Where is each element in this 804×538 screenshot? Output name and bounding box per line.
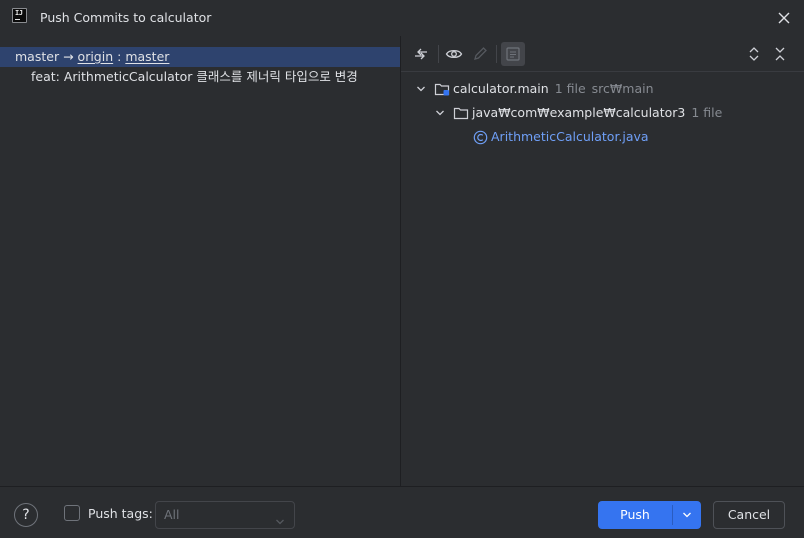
close-icon [778, 12, 790, 24]
remote-branch-link[interactable]: master [125, 49, 169, 64]
diff-preview-icon [506, 47, 520, 61]
collapse-arrows-button[interactable] [409, 42, 433, 66]
cancel-button[interactable]: Cancel [713, 501, 785, 529]
push-tags-label[interactable]: Push tags: [88, 506, 153, 522]
file-name: ArithmeticCalculator.java [491, 129, 649, 144]
chevron-down-icon [275, 510, 285, 536]
colon-separator: : [117, 49, 122, 64]
branch-row[interactable]: master → origin : master [0, 47, 400, 67]
push-button-label[interactable]: Push [598, 501, 672, 529]
arrow-separator: → [63, 49, 74, 64]
collapse-all-button[interactable] [768, 42, 792, 66]
toolbar-separator [438, 45, 439, 63]
edit-pencil-icon [474, 47, 487, 60]
eye-icon [445, 49, 463, 59]
module-path: src₩main [591, 81, 654, 96]
expand-all-icon [749, 47, 759, 61]
help-button[interactable]: ? [14, 503, 38, 527]
local-branch: master [15, 49, 60, 64]
title-bar: IJ Push Commits to calculator [0, 0, 804, 36]
toolbar-border [401, 71, 804, 72]
package-file-count: 1 file [691, 105, 723, 120]
edit-button[interactable] [468, 42, 492, 66]
expand-all-button[interactable] [742, 42, 766, 66]
package-name: java₩com₩example₩calculator3 [472, 105, 686, 120]
push-tags-checkbox[interactable] [64, 505, 80, 521]
tree-node-module[interactable]: calculator.main 1 file src₩main [415, 78, 654, 100]
folder-icon [452, 105, 470, 121]
push-options-dropdown[interactable] [673, 501, 701, 529]
tags-dropdown[interactable]: All [155, 501, 295, 529]
java-class-icon [472, 130, 488, 145]
module-folder-icon [433, 81, 451, 97]
changes-pane: calculator.main 1 file src₩main java₩com… [401, 36, 804, 486]
dialog-title: Push Commits to calculator [40, 10, 212, 25]
module-file-count: 1 file [554, 81, 586, 96]
close-button[interactable] [774, 8, 794, 28]
dialog-footer: ? Push tags: All Push Cancel [0, 486, 804, 538]
tags-dropdown-value: All [164, 507, 180, 522]
changes-toolbar [401, 36, 804, 72]
remote-link[interactable]: origin [78, 49, 114, 64]
view-options-button[interactable] [442, 42, 466, 66]
push-button[interactable]: Push [598, 501, 701, 529]
chevron-down-icon[interactable] [434, 108, 446, 118]
commit-item[interactable]: feat: ArithmeticCalculator 클래스를 제너릭 타입으로… [31, 67, 358, 87]
push-commits-dialog: IJ Push Commits to calculator master → o… [0, 0, 804, 538]
tree-node-file[interactable]: ArithmeticCalculator.java [472, 126, 649, 148]
tree-node-package[interactable]: java₩com₩example₩calculator3 1 file [434, 102, 722, 124]
toolbar-separator [496, 45, 497, 63]
diff-preview-button[interactable] [501, 42, 525, 66]
collapse-arrows-icon [415, 48, 427, 60]
module-name: calculator.main [453, 81, 549, 96]
collapse-all-icon [775, 47, 785, 61]
chevron-down-icon[interactable] [415, 84, 427, 94]
intellij-logo-icon: IJ [12, 8, 27, 23]
chevron-down-icon [683, 512, 691, 518]
commits-pane: master → origin : master feat: Arithmeti… [0, 36, 400, 486]
